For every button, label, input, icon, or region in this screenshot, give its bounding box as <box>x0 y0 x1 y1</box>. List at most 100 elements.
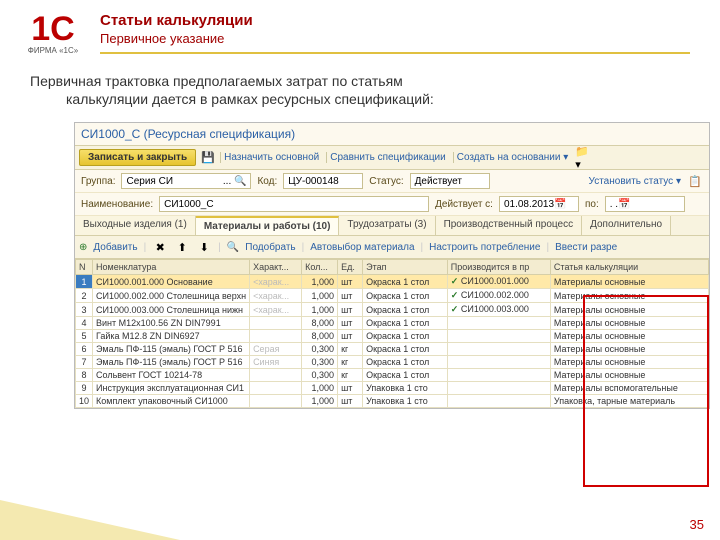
cell[interactable]: ✓ СИ1000.002.000 <box>447 289 550 303</box>
tab-output[interactable]: Выходные изделия (1) <box>75 216 196 235</box>
cell[interactable]: Окраска 1 стол <box>363 303 448 317</box>
table-row[interactable]: 5Гайка М12.8 ZN DIN69278,000штОкраска 1 … <box>76 330 709 343</box>
cell[interactable]: Окраска 1 стол <box>363 289 448 303</box>
cell[interactable]: Окраска 1 стол <box>363 275 448 289</box>
col-header[interactable]: Характ... <box>250 260 302 275</box>
cell[interactable]: 1,000 <box>302 303 338 317</box>
cell[interactable]: Материалы основные <box>550 275 708 289</box>
cell[interactable]: 6 <box>76 343 93 356</box>
cell[interactable]: <харак... <box>250 275 302 289</box>
pick-link[interactable]: Подобрать <box>245 242 295 253</box>
consumption-link[interactable]: Настроить потребление <box>429 242 540 253</box>
cell[interactable]: Серая <box>250 343 302 356</box>
cell[interactable]: Инструкция эксплуатационная СИ1 <box>93 382 250 395</box>
col-header[interactable]: Статья калькуляции <box>550 260 708 275</box>
cell[interactable]: Материалы основные <box>550 317 708 330</box>
cell[interactable]: кг <box>338 343 363 356</box>
cell[interactable] <box>447 382 550 395</box>
cell[interactable]: 8,000 <box>302 330 338 343</box>
table-row[interactable]: 6Эмаль ПФ-115 (эмаль) ГОСТ Р 516Серая0,3… <box>76 343 709 356</box>
cell[interactable]: 1,000 <box>302 289 338 303</box>
cell[interactable] <box>447 395 550 408</box>
cell[interactable]: 4 <box>76 317 93 330</box>
cell[interactable]: СИ1000.003.000 Столешница нижн <box>93 303 250 317</box>
cell[interactable]: шт <box>338 317 363 330</box>
cell[interactable]: Синяя <box>250 356 302 369</box>
tab-materials[interactable]: Материалы и работы (10) <box>196 216 340 235</box>
cell[interactable]: Материалы основные <box>550 303 708 317</box>
report-icon[interactable]: 📋 <box>687 173 703 189</box>
cell[interactable]: ✓ СИ1000.001.000 <box>447 275 550 289</box>
cell[interactable]: 2 <box>76 289 93 303</box>
cell[interactable]: Упаковка 1 сто <box>363 395 448 408</box>
cell[interactable]: Окраска 1 стол <box>363 356 448 369</box>
save-close-button[interactable]: Записать и закрыть <box>79 149 196 166</box>
col-header[interactable]: N <box>76 260 93 275</box>
tab-labor[interactable]: Трудозатраты (3) <box>339 216 435 235</box>
cell[interactable]: СИ1000.001.000 Основание <box>93 275 250 289</box>
cell[interactable]: шт <box>338 395 363 408</box>
cell[interactable]: 0,300 <box>302 369 338 382</box>
status-field[interactable]: Действует <box>410 173 490 189</box>
pick-icon[interactable]: 🔍 <box>227 242 239 253</box>
table-row[interactable]: 8Сольвент ГОСТ 10214-780,300кгОкраска 1 … <box>76 369 709 382</box>
cell[interactable]: Гайка М12.8 ZN DIN6927 <box>93 330 250 343</box>
cell[interactable] <box>250 369 302 382</box>
valid-to-field[interactable]: . . 📅 <box>605 196 685 212</box>
create-based-link[interactable]: Создать на основании ▾ <box>453 152 572 163</box>
cell[interactable]: Упаковка, тарные материаль <box>550 395 708 408</box>
cell[interactable]: Комплект упаковочный СИ1000 <box>93 395 250 408</box>
cell[interactable]: <харак... <box>250 303 302 317</box>
cell[interactable] <box>250 382 302 395</box>
cell[interactable]: 1,000 <box>302 382 338 395</box>
cell[interactable]: Окраска 1 стол <box>363 330 448 343</box>
table-row[interactable]: 7Эмаль ПФ-115 (эмаль) ГОСТ Р 516Синяя0,3… <box>76 356 709 369</box>
folder-icon[interactable]: 📁▾ <box>575 150 591 166</box>
cell[interactable]: СИ1000.002.000 Столешница верхн <box>93 289 250 303</box>
table-row[interactable]: 3СИ1000.003.000 Столешница нижн<харак...… <box>76 303 709 317</box>
cell[interactable]: шт <box>338 289 363 303</box>
cell[interactable] <box>447 343 550 356</box>
materials-grid[interactable]: NНоменклатураХаракт...Кол...Ед.ЭтапПроиз… <box>75 259 709 408</box>
cell[interactable] <box>447 369 550 382</box>
cell[interactable]: 7 <box>76 356 93 369</box>
table-row[interactable]: 9Инструкция эксплуатационная СИ11,000штУ… <box>76 382 709 395</box>
cell[interactable]: Материалы основные <box>550 356 708 369</box>
cell[interactable] <box>250 330 302 343</box>
table-row[interactable]: 4Винт М12х100.56 ZN DIN7991 8,000штОкраск… <box>76 317 709 330</box>
cell[interactable]: Материалы основные <box>550 343 708 356</box>
cell[interactable]: шт <box>338 275 363 289</box>
cell[interactable]: Материалы вспомогательные <box>550 382 708 395</box>
cell[interactable]: Окраска 1 стол <box>363 369 448 382</box>
cell[interactable] <box>447 317 550 330</box>
cell[interactable]: Сольвент ГОСТ 10214-78 <box>93 369 250 382</box>
cell[interactable]: Окраска 1 стол <box>363 317 448 330</box>
col-header[interactable]: Производится в пр <box>447 260 550 275</box>
add-link[interactable]: Добавить <box>93 242 137 253</box>
cell[interactable]: Упаковка 1 сто <box>363 382 448 395</box>
cell[interactable]: Материалы основные <box>550 289 708 303</box>
cell[interactable]: 0,300 <box>302 343 338 356</box>
cell[interactable] <box>250 317 302 330</box>
table-row[interactable]: 10Комплект упаковочный СИ10001,000штУпак… <box>76 395 709 408</box>
group-field[interactable]: Серия СИ... 🔍 <box>121 173 251 189</box>
cell[interactable]: Эмаль ПФ-115 (эмаль) ГОСТ Р 516 <box>93 343 250 356</box>
cell[interactable]: 1,000 <box>302 395 338 408</box>
cell[interactable]: ✓ СИ1000.003.000 <box>447 303 550 317</box>
add-icon[interactable]: ⊕ <box>79 242 87 253</box>
cell[interactable]: <харак... <box>250 289 302 303</box>
cell[interactable]: 8,000 <box>302 317 338 330</box>
cell[interactable]: Окраска 1 стол <box>363 343 448 356</box>
cell[interactable]: 9 <box>76 382 93 395</box>
cell[interactable]: шт <box>338 330 363 343</box>
cell[interactable] <box>447 356 550 369</box>
col-header[interactable]: Номенклатура <box>93 260 250 275</box>
code-field[interactable]: ЦУ-000148 <box>283 173 363 189</box>
cell[interactable]: Винт М12х100.56 ZN DIN7991 <box>93 317 250 330</box>
delete-icon[interactable]: ✖ <box>152 239 168 255</box>
up-icon[interactable]: ⬆ <box>174 239 190 255</box>
col-header[interactable]: Ед. <box>338 260 363 275</box>
cell[interactable]: кг <box>338 369 363 382</box>
enter-link[interactable]: Ввести разре <box>555 242 617 253</box>
valid-from-field[interactable]: 01.08.2013 📅 <box>499 196 579 212</box>
